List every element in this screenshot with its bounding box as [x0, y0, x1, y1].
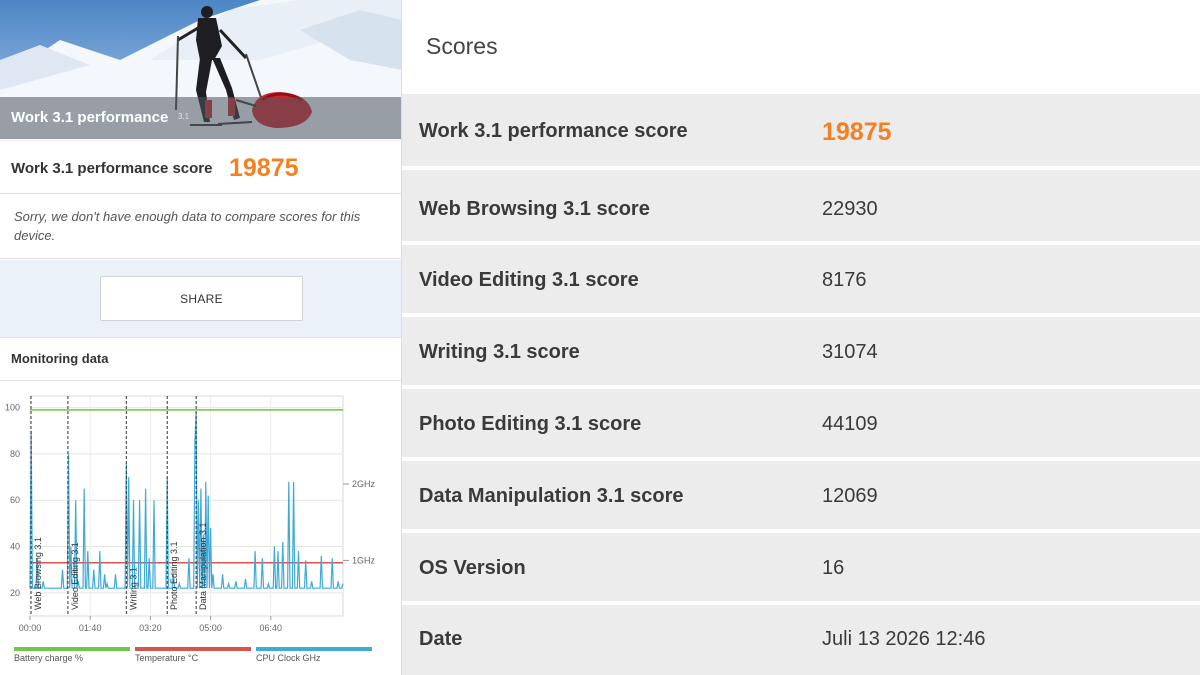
- y-tick-label: 60: [10, 495, 20, 505]
- phase-label: Writing 3.1: [128, 567, 138, 610]
- score-row-value: 22930: [822, 198, 878, 220]
- score-row-value: 8176: [822, 269, 867, 291]
- score-row-label: Video Editing 3.1 score: [419, 269, 639, 291]
- score-row: Video Editing 3.1 score 8176: [402, 241, 1200, 313]
- scores-header: Scores: [402, 0, 1200, 90]
- phase-label: Web Browsing 3.1: [33, 537, 43, 610]
- hero-image: Work 3.1 performance 3.1: [0, 0, 401, 142]
- hero-title-bar: Work 3.1 performance 3.1: [0, 97, 401, 139]
- phase-label: Video Editing 3.1: [70, 542, 80, 610]
- score-row: OS Version 16: [402, 529, 1200, 601]
- score-row-label: Web Browsing 3.1 score: [419, 198, 650, 220]
- score-row-value: 44109: [822, 413, 878, 435]
- monitoring-chart: 20 40 60 80 100 00:00 01:40 03:20 05:00 06:40 1GHz…: [0, 382, 401, 675]
- score-row-value: 16: [822, 557, 845, 579]
- score-row-label: Photo Editing 3.1 score: [419, 413, 642, 435]
- result-panel: Work 3.1 performance 3.1 Work 3.1 perfor…: [0, 0, 402, 675]
- x-tick-label: 01:40: [79, 623, 102, 633]
- share-area: SHARE: [0, 260, 401, 338]
- x-tick-label: 03:20: [139, 623, 162, 633]
- right-tick-label: 2GHz: [352, 479, 376, 489]
- score-row: Data Manipulation 3.1 score 12069: [402, 457, 1200, 529]
- score-row-label: Writing 3.1 score: [419, 341, 580, 363]
- score-row-label: Work 3.1 performance score: [419, 120, 688, 142]
- legend-swatch: [14, 647, 130, 651]
- legend-swatch: [135, 647, 251, 651]
- phase-label: Photo Editing 3.1: [169, 541, 179, 610]
- monitoring-chart-svg: 20 40 60 80 100 00:00 01:40 03:20 05:00 06:40 1GHz…: [5, 395, 376, 663]
- hero-version-badge: 3.1: [178, 112, 190, 121]
- score-row-value: 31074: [822, 341, 878, 363]
- right-tick-label: 1GHz: [352, 555, 376, 565]
- score-row-label: Data Manipulation 3.1 score: [419, 485, 684, 507]
- scores-table: Work 3.1 performance score 19875 Web Bro…: [402, 90, 1200, 675]
- hero-title: Work 3.1 performance: [11, 109, 169, 126]
- y-tick-label: 80: [10, 449, 20, 459]
- score-row-label: Date: [419, 628, 463, 650]
- compare-notice-text: Sorry, we don't have enough data to comp…: [14, 209, 361, 243]
- x-tick-label: 00:00: [19, 623, 42, 633]
- score-row: Date Juli 13 2026 12:46: [402, 601, 1200, 675]
- x-tick-label: 06:40: [260, 623, 283, 633]
- compare-notice: Sorry, we don't have enough data to comp…: [0, 195, 401, 259]
- score-row-label: OS Version: [419, 557, 526, 579]
- score-row: Work 3.1 performance score 19875: [402, 90, 1200, 166]
- monitoring-header: Monitoring data: [0, 339, 401, 381]
- scores-panel: Scores Work 3.1 performance score 19875 …: [402, 0, 1200, 675]
- performance-score-label: Work 3.1 performance score: [11, 160, 213, 177]
- share-button[interactable]: SHARE: [100, 276, 303, 321]
- scores-title: Scores: [426, 33, 498, 59]
- y-tick-label: 20: [10, 588, 20, 598]
- phase-label: Data Manipulation 3.1: [198, 522, 208, 610]
- score-row: Web Browsing 3.1 score 22930: [402, 166, 1200, 241]
- legend-label: Temperature °C: [135, 653, 199, 663]
- x-tick-label: 05:00: [199, 623, 222, 633]
- legend-label: CPU Clock GHz: [256, 653, 321, 663]
- y-tick-label: 40: [10, 542, 20, 552]
- score-row: Photo Editing 3.1 score 44109: [402, 385, 1200, 457]
- score-row-value: 12069: [822, 485, 878, 507]
- monitoring-title: Monitoring data: [11, 351, 109, 366]
- score-row-value: 19875: [822, 118, 892, 146]
- legend-swatch: [256, 647, 372, 651]
- score-row: Writing 3.1 score 31074: [402, 313, 1200, 385]
- legend-label: Battery charge %: [14, 653, 83, 663]
- performance-score-value: 19875: [229, 154, 299, 182]
- score-row-value: Juli 13 2026 12:46: [822, 628, 986, 650]
- y-tick-label: 100: [5, 403, 20, 413]
- performance-score-row: Work 3.1 performance score 19875: [0, 142, 401, 194]
